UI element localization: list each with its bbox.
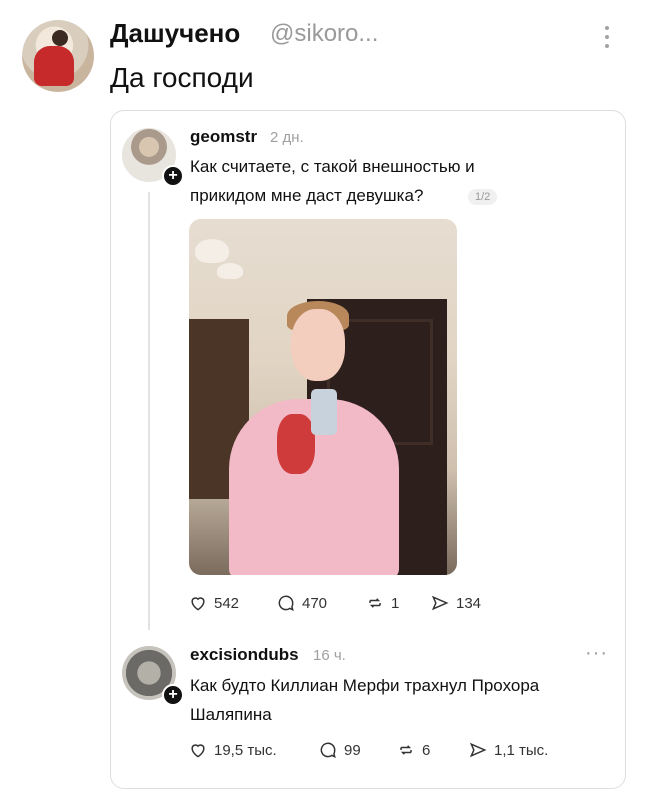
thread-connector-line — [148, 192, 150, 630]
repost-button[interactable]: 1 — [365, 593, 399, 613]
repost-icon — [400, 745, 412, 755]
like-count: 542 — [214, 594, 240, 612]
reply-share-count: 1,1 тыс. — [494, 741, 549, 759]
author-avatar[interactable] — [22, 20, 94, 92]
photo-phone — [311, 389, 337, 435]
comment-button[interactable]: 470 — [276, 593, 327, 613]
heart-icon — [191, 597, 205, 611]
reply-comment-button[interactable]: 99 — [318, 740, 361, 760]
share-button[interactable]: 134 — [430, 593, 481, 613]
reply-username[interactable]: excisiondubs — [190, 645, 299, 665]
reply-repost-button[interactable]: 6 — [396, 740, 430, 760]
follow-plus-icon[interactable]: + — [162, 684, 184, 706]
like-button[interactable]: 542 — [188, 593, 239, 613]
reply-share-button[interactable]: 1,1 тыс. — [468, 740, 548, 760]
post-text: Да господи — [110, 62, 254, 93]
vertical-dots-icon[interactable] — [603, 24, 611, 50]
photo-face — [291, 309, 345, 381]
image-counter: 1/2 — [468, 189, 498, 205]
heart-icon — [191, 744, 205, 758]
quoted-username[interactable]: geomstr — [190, 127, 257, 147]
author-name[interactable]: Дашучено — [110, 18, 240, 49]
avatar-figure — [34, 46, 74, 86]
repost-count: 1 — [391, 594, 400, 612]
quoted-photo[interactable] — [189, 219, 457, 575]
comment-icon — [278, 595, 294, 611]
reply-text: Как будто Киллиан Мерфи трахнул Прохора … — [190, 676, 540, 724]
quoted-text-body: Как считаете, с такой внешностью и прики… — [190, 157, 475, 205]
share-count: 134 — [456, 594, 482, 612]
comment-count: 470 — [302, 594, 328, 612]
reply-like-count: 19,5 тыс. — [214, 741, 277, 759]
share-icon — [431, 595, 449, 611]
photo-print — [277, 414, 315, 474]
author-handle[interactable]: @sikoro... — [270, 20, 378, 48]
comment-icon — [320, 742, 336, 758]
reply-timestamp: 16 ч. — [313, 647, 346, 664]
more-options-icon[interactable]: ··· — [585, 642, 608, 665]
reply-repost-count: 6 — [422, 741, 431, 759]
follow-plus-icon[interactable]: + — [162, 165, 184, 187]
photo-lamp — [195, 239, 229, 263]
share-icon — [469, 742, 487, 758]
avatar-head — [52, 30, 68, 46]
reply-like-button[interactable]: 19,5 тыс. — [188, 740, 277, 760]
reply-comment-count: 99 — [344, 741, 361, 759]
repost-icon — [369, 598, 381, 608]
quoted-timestamp: 2 дн. — [270, 129, 304, 146]
